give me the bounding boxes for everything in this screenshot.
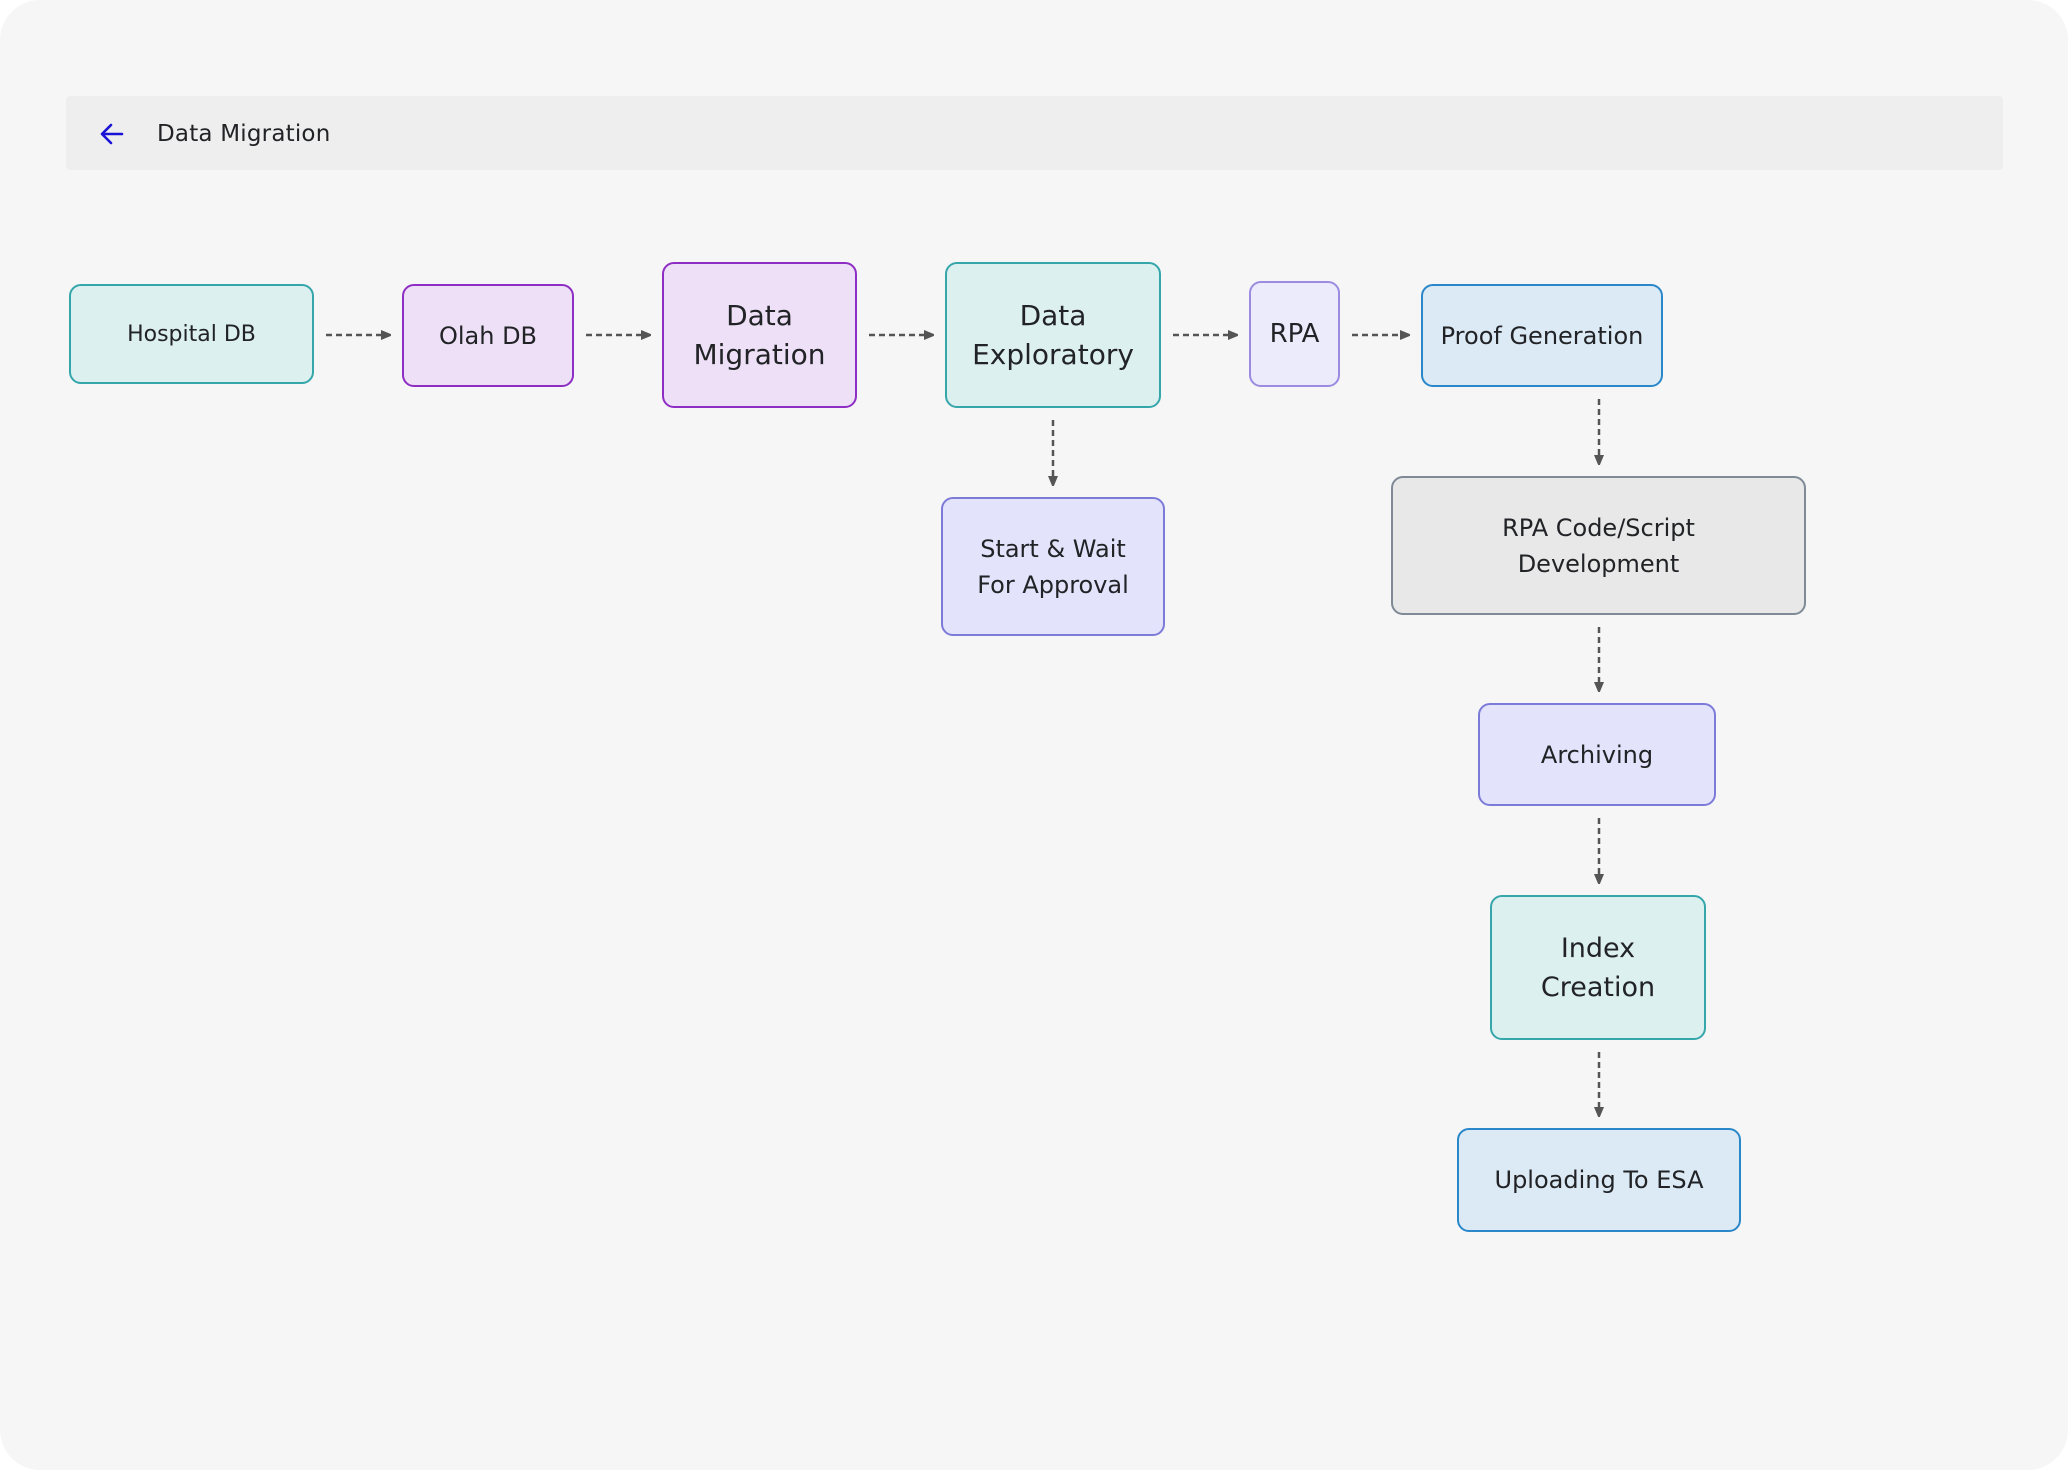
node-archiving[interactable]: Archiving (1478, 703, 1716, 806)
node-label-line-2: Exploratory (972, 338, 1134, 371)
node-index-creation[interactable]: Index Creation (1490, 895, 1706, 1040)
node-rpa-code-script[interactable]: RPA Code/Script Development (1391, 476, 1806, 615)
node-label-line-1: RPA Code/Script (1502, 513, 1695, 542)
page-canvas (0, 0, 2068, 1470)
node-olah-db[interactable]: Olah DB (402, 284, 574, 387)
page-header (66, 96, 2003, 170)
node-label-line-1: Data (726, 299, 793, 332)
arrow-left-icon (100, 123, 124, 145)
node-label: RPA (1269, 319, 1320, 349)
node-label-line-1: Data (1019, 299, 1087, 332)
page-title: Data Migration (157, 121, 331, 147)
node-rpa[interactable]: RPA (1249, 281, 1340, 387)
node-label-line-2: Development (1517, 549, 1680, 578)
node-label-line-2: For Approval (977, 570, 1129, 599)
node-start-wait-approval[interactable]: Start & Wait For Approval (941, 497, 1165, 636)
node-label: Archiving (1540, 740, 1654, 769)
node-hospital-db[interactable]: Hospital DB (69, 284, 314, 384)
node-label-line-2: Migration (693, 338, 826, 371)
node-data-exploratory[interactable]: Data Exploratory (945, 262, 1161, 408)
node-proof-generation[interactable]: Proof Generation (1421, 284, 1663, 387)
node-label-line-2: Creation (1540, 971, 1656, 1003)
node-label: Hospital DB (127, 321, 256, 347)
node-data-migration[interactable]: Data Migration (662, 262, 857, 408)
node-label: Proof Generation (1440, 321, 1644, 350)
node-label-line-1: Start & Wait (980, 534, 1126, 563)
node-label: Olah DB (438, 321, 538, 350)
node-label-line-1: Index (1560, 932, 1636, 964)
node-uploading-esa[interactable]: Uploading To ESA (1457, 1128, 1741, 1232)
back-button[interactable] (96, 118, 128, 150)
node-label: Uploading To ESA (1494, 1166, 1704, 1194)
